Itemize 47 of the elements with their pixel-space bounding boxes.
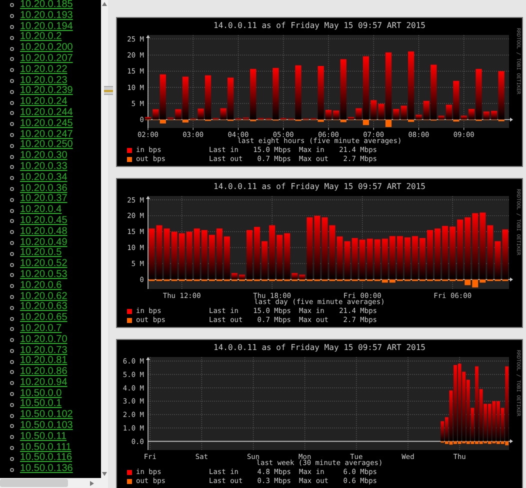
host-link[interactable]: 10.20.0.63 [20,302,68,314]
host-link[interactable]: 10.20.0.250 [20,140,73,152]
host-link[interactable]: 10.20.0.45 [20,216,68,227]
host-link[interactable]: 10.20.0.70 [20,334,68,346]
host-link[interactable]: 10.50.0.11 [20,432,67,443]
host-link[interactable]: 10.20.0.48 [20,226,68,238]
host-link[interactable]: 10.20.0.52 [20,259,68,270]
host-link[interactable]: 10.20.0.86 [20,367,68,378]
host-link[interactable]: 10.20.0.65 [20,313,68,324]
host-link[interactable]: 10.20.0.193 [20,10,73,22]
host-link[interactable]: 10.20.0.4 [20,205,62,216]
host-link[interactable]: 10.20.0.23 [20,76,68,86]
host-link[interactable]: 10.20.0.194 [20,22,73,32]
host-link[interactable]: 10.20.0.34 [20,172,68,184]
host-link[interactable]: 10.50.0.111 [20,442,72,454]
host-link[interactable]: 10.50.0.116 [20,453,72,464]
host-link[interactable]: 10.20.0.22 [20,64,68,76]
host-link[interactable]: 10.20.0.53 [20,270,68,281]
graph-title: 14.0.0.11 as of Friday May 15 09:57 ART 2015 [214,182,426,192]
host-link[interactable]: 10.20.0.247 [20,130,73,140]
host-link[interactable]: 10.20.0.244 [20,108,73,119]
graph-title: 14.0.0.11 as of Friday May 15 09:57 ART 2015 [214,21,426,31]
host-link[interactable]: 10.50.0.1 [20,399,62,410]
host-link[interactable]: 10.20.0.33 [20,162,68,173]
host-link[interactable]: 10.20.0.24 [20,97,68,108]
host-link[interactable]: 10.20.0.2 [20,32,62,44]
host-link[interactable]: 10.20.0.94 [20,378,68,389]
host-link[interactable]: 10.20.0.37 [20,194,68,206]
host-link[interactable]: 10.50.0.103 [20,421,73,432]
host-link[interactable]: 10.20.0.185 [20,0,73,11]
host-link[interactable]: 10.20.0.36 [20,184,68,194]
graph-title: 14.0.0.11 as of Friday May 15 09:57 ART 2015 [214,343,426,353]
host-link[interactable]: 10.20.0.207 [20,54,73,65]
host-link[interactable]: 10.50.0.102 [20,410,73,422]
host-link[interactable]: 10.20.0.62 [20,292,68,302]
host-link[interactable]: 10.20.0.5 [20,248,62,260]
host-link[interactable]: 10.50.0.0 [20,388,62,400]
host-link[interactable]: 10.50.0.136 [20,464,73,476]
host-link[interactable]: 10.20.0.6 [20,280,62,292]
host-link[interactable]: 10.20.0.30 [20,151,68,162]
host-link[interactable]: 10.20.0.49 [20,238,68,248]
host-link[interactable]: 10.20.0.239 [20,86,73,98]
host-link[interactable]: 10.20.0.245 [20,118,73,130]
host-link[interactable]: 10.20.0.7 [20,324,62,335]
host-link[interactable]: 10.20.0.81 [20,356,68,368]
host-link[interactable]: 10.20.0.200 [20,43,73,54]
host-link[interactable]: 10.20.0.73 [20,346,68,356]
